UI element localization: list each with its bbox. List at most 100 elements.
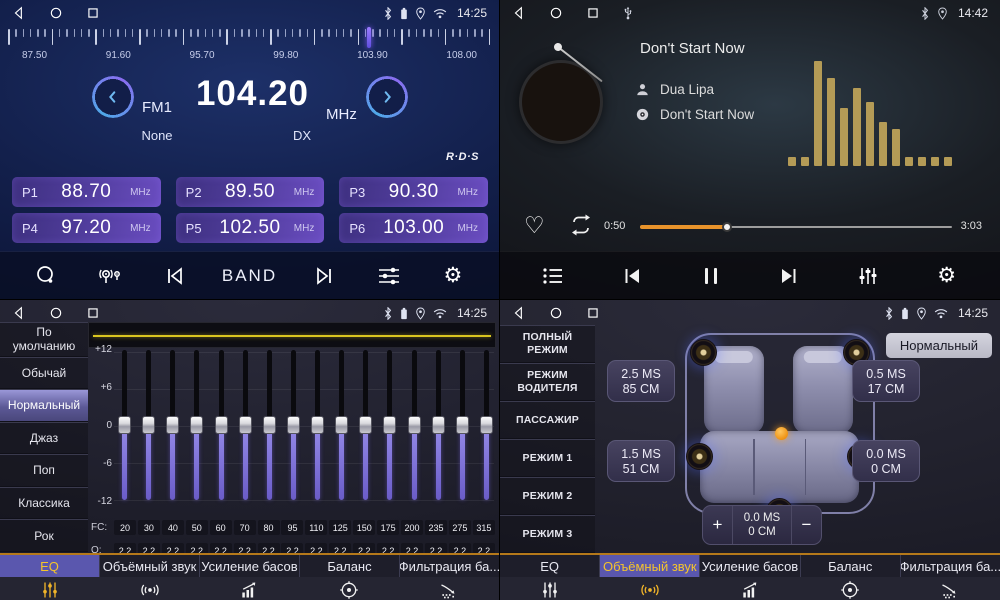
nav-recents-icon[interactable] xyxy=(86,6,100,20)
eq-preset-item[interactable]: По умолчанию xyxy=(0,322,88,357)
tune-down-button[interactable] xyxy=(93,77,133,117)
band-gain-slider[interactable] xyxy=(190,350,203,500)
listening-mode-item[interactable]: РЕЖИМ 2 xyxy=(500,477,595,515)
band-gain-slider[interactable] xyxy=(359,350,372,500)
nav-home-icon[interactable] xyxy=(549,306,563,320)
fc-value[interactable]: 150 xyxy=(353,520,375,535)
listening-mode-item[interactable]: ПОЛНЫЙ РЕЖИМ xyxy=(500,325,595,363)
fc-value[interactable]: 30 xyxy=(138,520,160,535)
balance-icon[interactable] xyxy=(299,577,399,600)
settings-gear-button[interactable]: ⚙ xyxy=(436,258,470,294)
eq-preset-item[interactable]: Рок xyxy=(0,519,88,552)
slider-thumb[interactable] xyxy=(287,416,300,434)
delay-increase-button[interactable]: + xyxy=(703,506,732,544)
band-gain-slider[interactable] xyxy=(215,350,228,500)
fc-value[interactable]: 40 xyxy=(162,520,184,535)
fc-value[interactable]: 275 xyxy=(449,520,471,535)
next-track-button[interactable] xyxy=(772,258,806,294)
nav-home-icon[interactable] xyxy=(49,6,63,20)
fc-value[interactable]: 175 xyxy=(377,520,399,535)
nav-back-icon[interactable] xyxy=(512,6,526,20)
scan-button[interactable] xyxy=(29,258,63,294)
preset-button[interactable]: P4 97.20 MHz xyxy=(12,213,161,243)
stations-button[interactable] xyxy=(93,258,127,294)
tuner-dial[interactable]: 87.5091.6095.7099.80103.90108.00 xyxy=(0,26,499,66)
balance-icon[interactable] xyxy=(800,577,900,600)
settings-gear-button[interactable]: ⚙ xyxy=(930,258,964,294)
slider-thumb[interactable] xyxy=(311,416,324,434)
rear-left-delay-button[interactable]: 1.5 MS 51 CM xyxy=(607,440,675,482)
fc-value[interactable]: 60 xyxy=(210,520,232,535)
tab-surround[interactable]: Объёмный звук xyxy=(100,555,200,577)
listening-mode-item[interactable]: РЕЖИМ ВОДИТЕЛЯ xyxy=(500,363,595,401)
tab-balance[interactable]: Баланс xyxy=(801,555,901,577)
surround-icon[interactable] xyxy=(600,577,700,600)
slider-thumb[interactable] xyxy=(480,416,493,434)
slider-thumb[interactable] xyxy=(432,416,445,434)
bass-boost-icon[interactable] xyxy=(700,577,800,600)
front-left-delay-button[interactable]: 2.5 MS 85 CM xyxy=(607,360,675,402)
eq-sliders-icon[interactable] xyxy=(0,577,100,600)
progress-thumb[interactable] xyxy=(722,222,732,232)
tab-eq[interactable]: EQ xyxy=(0,555,100,577)
preset-button[interactable]: P1 88.70 MHz xyxy=(12,177,161,207)
tune-up-button[interactable] xyxy=(367,77,407,117)
previous-track-button[interactable] xyxy=(615,258,649,294)
preset-button[interactable]: P2 89.50 MHz xyxy=(176,177,325,207)
front-left-speaker-icon[interactable] xyxy=(690,339,717,366)
repeat-button[interactable] xyxy=(568,214,594,239)
band-gain-slider[interactable] xyxy=(335,350,348,500)
slider-thumb[interactable] xyxy=(118,416,131,434)
tab-balance[interactable]: Баланс xyxy=(300,555,400,577)
nav-home-icon[interactable] xyxy=(549,6,563,20)
preset-button[interactable]: P5 102.50 MHz xyxy=(176,213,325,243)
rear-left-speaker-icon[interactable] xyxy=(686,443,713,470)
pause-button[interactable] xyxy=(694,258,728,294)
tab-filter[interactable]: Фильтрация ба... xyxy=(400,555,499,577)
tab-bass-boost[interactable]: Усиление басов xyxy=(700,555,800,577)
fc-value[interactable]: 125 xyxy=(329,520,351,535)
nav-back-icon[interactable] xyxy=(512,306,526,320)
slider-thumb[interactable] xyxy=(166,416,179,434)
band-button[interactable]: BAND xyxy=(222,258,277,294)
listening-position-dot[interactable] xyxy=(775,427,788,440)
eq-preset-item[interactable]: Обычай xyxy=(0,357,88,390)
band-gain-slider[interactable] xyxy=(311,350,324,500)
seek-next-button[interactable] xyxy=(307,258,341,294)
slider-thumb[interactable] xyxy=(142,416,155,434)
filter-icon[interactable] xyxy=(399,577,499,600)
front-right-delay-button[interactable]: 0.5 MS 17 CM xyxy=(852,360,920,402)
tab-eq[interactable]: EQ xyxy=(500,555,600,577)
equalizer-shortcut-button[interactable] xyxy=(851,258,885,294)
eq-preset-item[interactable]: Классика xyxy=(0,487,88,520)
nav-recents-icon[interactable] xyxy=(86,306,100,320)
fc-value[interactable]: 200 xyxy=(401,520,423,535)
slider-thumb[interactable] xyxy=(190,416,203,434)
band-gain-slider[interactable] xyxy=(142,350,155,500)
surround-icon[interactable] xyxy=(100,577,200,600)
band-gain-slider[interactable] xyxy=(432,350,445,500)
nav-recents-icon[interactable] xyxy=(586,6,600,20)
listening-mode-item[interactable]: ПАССАЖИР xyxy=(500,401,595,439)
listening-mode-item[interactable]: РЕЖИМ 1 xyxy=(500,439,595,477)
fc-value[interactable]: 70 xyxy=(234,520,256,535)
band-gain-slider[interactable] xyxy=(118,350,131,500)
fc-value[interactable]: 95 xyxy=(281,520,303,535)
band-gain-slider[interactable] xyxy=(287,350,300,500)
tab-filter[interactable]: Фильтрация ба... xyxy=(901,555,1000,577)
playlist-button[interactable] xyxy=(536,258,570,294)
rear-right-delay-button[interactable]: 0.0 MS 0 CM xyxy=(852,440,920,482)
listening-mode-item[interactable]: РЕЖИМ 3 xyxy=(500,515,595,553)
slider-thumb[interactable] xyxy=(456,416,469,434)
tab-bass-boost[interactable]: Усиление басов xyxy=(200,555,300,577)
seek-previous-button[interactable] xyxy=(158,258,192,294)
tab-surround[interactable]: Объёмный звук xyxy=(600,555,700,577)
fc-value[interactable]: 315 xyxy=(473,520,495,535)
band-gain-slider[interactable] xyxy=(383,350,396,500)
tuner-settings-button[interactable] xyxy=(372,258,406,294)
nav-back-icon[interactable] xyxy=(12,6,26,20)
preset-button[interactable]: P3 90.30 MHz xyxy=(339,177,488,207)
surround-preset-button[interactable]: Нормальный xyxy=(886,333,992,358)
band-gain-slider[interactable] xyxy=(166,350,179,500)
fc-value[interactable]: 235 xyxy=(425,520,447,535)
